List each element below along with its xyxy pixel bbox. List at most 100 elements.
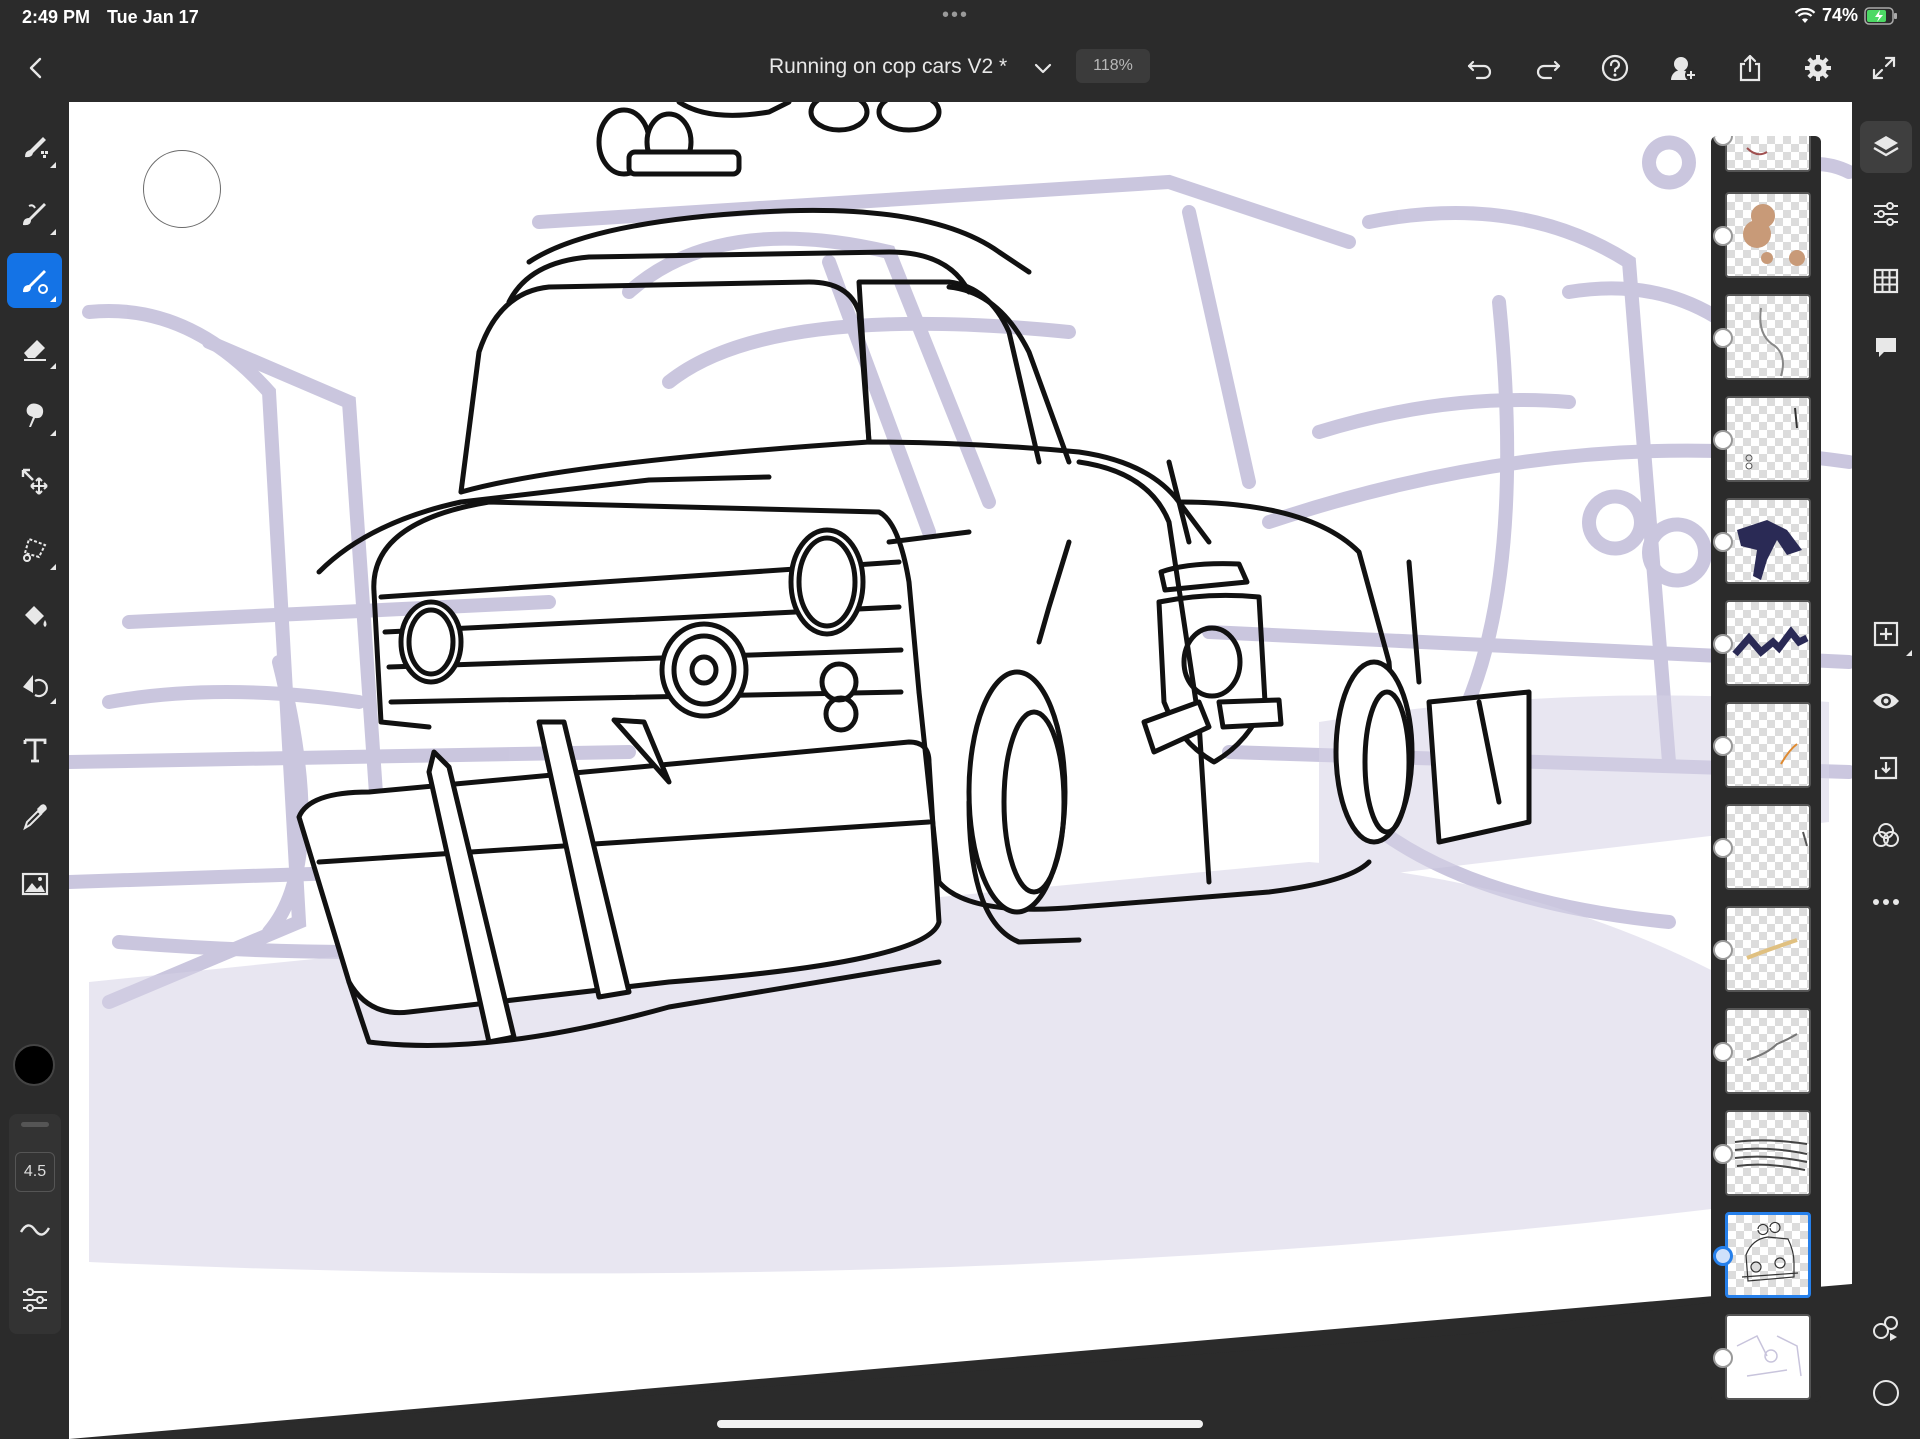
layer-visibility-dot[interactable] (1713, 1042, 1733, 1062)
zoom-level[interactable]: 118% (1076, 49, 1150, 83)
blend-mode-button[interactable] (1860, 809, 1912, 861)
status-time: 2:49 PM (22, 7, 91, 27)
layer-thumb[interactable] (1725, 294, 1811, 380)
share-button[interactable] (1732, 50, 1768, 86)
layer-visibility-dot[interactable] (1713, 940, 1733, 960)
layer-preview (1734, 1139, 1808, 1171)
brush-settings-panel: 4.5 (9, 1114, 61, 1334)
layer-visibility-dot[interactable] (1713, 328, 1733, 348)
image-layer-badge[interactable] (1713, 1348, 1733, 1368)
layer-visibility-dot[interactable] (1713, 736, 1733, 756)
tool-options-indicator (50, 296, 56, 302)
brush-settings-button[interactable] (15, 1280, 55, 1320)
layer-visibility-dot[interactable] (1713, 634, 1733, 654)
wave-icon (19, 1224, 51, 1236)
layer-preview (1759, 307, 1784, 377)
tool-options-indicator (50, 229, 56, 235)
eyedropper-tool[interactable] (7, 789, 62, 844)
add-layer-button[interactable] (1860, 608, 1912, 660)
smudge-tool[interactable] (7, 387, 62, 442)
tool-options-indicator (50, 363, 56, 369)
liquify-tool[interactable] (7, 655, 62, 710)
layer-thumb[interactable] (1725, 804, 1811, 890)
layer-visibility-dot-selected[interactable] (1713, 1246, 1733, 1266)
fullscreen-button[interactable] (1866, 50, 1902, 86)
layer-visibility-dot[interactable] (1713, 430, 1733, 450)
layer-preview (1743, 204, 1805, 266)
layer-thumb[interactable] (1725, 498, 1811, 584)
pixel-brush-tool[interactable] (7, 119, 62, 174)
layer-preview (1802, 831, 1808, 847)
drawing-canvas[interactable] (69, 102, 1852, 1439)
layer-visibility-dot[interactable] (1713, 226, 1733, 246)
comments-button[interactable] (1860, 322, 1912, 374)
home-indicator[interactable] (717, 1420, 1203, 1428)
live-brush-tool[interactable] (7, 186, 62, 241)
document-title[interactable]: Running on cop cars V2 * (769, 55, 1007, 79)
text-icon (23, 738, 46, 762)
back-button[interactable] (20, 52, 52, 84)
grid-icon (1873, 268, 1899, 294)
merge-down-button[interactable] (1860, 742, 1912, 794)
brush-size-value[interactable]: 4.5 (15, 1152, 55, 1192)
smudge-icon (26, 403, 43, 427)
chevron-left-icon (29, 57, 42, 79)
battery-percent: 74% (1821, 5, 1858, 25)
status-right: 74% (1794, 5, 1898, 26)
pixel-brush-icon (24, 136, 48, 158)
smoothing-button[interactable] (15, 1210, 55, 1250)
size-slider-handle[interactable] (21, 1122, 49, 1127)
layer-thumb[interactable] (1725, 1008, 1811, 1094)
layer-thumb-background[interactable] (1725, 1314, 1811, 1400)
status-date: Tue Jan 17 (107, 7, 199, 27)
undo-button[interactable] (1462, 50, 1498, 86)
layer-thumb[interactable] (1725, 396, 1811, 482)
layer-thumb[interactable] (1725, 1110, 1811, 1196)
layer-visibility-dot[interactable] (1713, 838, 1733, 858)
document-menu-button[interactable] (1031, 56, 1055, 80)
color-picker-swatch[interactable] (13, 1044, 55, 1086)
layer-visibility-dot[interactable] (1713, 532, 1733, 552)
sliders-icon (1874, 202, 1898, 226)
tool-options-indicator (50, 430, 56, 436)
layer-thumb[interactable] (1725, 192, 1811, 278)
redo-button[interactable] (1530, 50, 1566, 86)
more-icon (1873, 899, 1899, 905)
tool-options-indicator (50, 564, 56, 570)
selection-tool[interactable] (7, 521, 62, 576)
layer-visibility-dot[interactable] (1713, 1144, 1733, 1164)
app-header: Running on cop cars V2 * 118% (0, 34, 1920, 102)
layer-thumb[interactable] (1725, 136, 1811, 172)
grid-button[interactable] (1860, 255, 1912, 307)
circle-icon (1873, 1380, 1899, 1406)
visibility-button[interactable] (1860, 675, 1912, 727)
settings-button[interactable] (1800, 50, 1836, 86)
canvas-area[interactable] (69, 102, 1852, 1439)
tool-options-indicator (50, 162, 56, 168)
touch-shortcut-button[interactable] (1860, 1367, 1912, 1419)
eraser-icon (23, 339, 46, 361)
fill-tool[interactable] (7, 588, 62, 643)
multitasking-dots[interactable]: ••• (942, 4, 969, 27)
text-tool[interactable] (7, 722, 62, 777)
help-icon (1601, 54, 1629, 82)
vector-brush-tool[interactable] (7, 253, 62, 308)
layer-thumb[interactable] (1725, 600, 1811, 686)
layer-thumb[interactable] (1725, 906, 1811, 992)
transform-tool[interactable] (7, 454, 62, 509)
brush-cursor (143, 150, 221, 228)
image-tool[interactable] (7, 856, 62, 911)
layer-thumb-selected[interactable] (1725, 1212, 1811, 1298)
more-options-button[interactable] (1860, 876, 1912, 928)
invite-button[interactable] (1665, 50, 1701, 86)
timelapse-button[interactable] (1860, 1302, 1912, 1354)
layers-button[interactable] (1860, 121, 1912, 173)
chevron-down-icon (1034, 63, 1052, 74)
undo-icon (1467, 60, 1492, 80)
help-button[interactable] (1597, 50, 1633, 86)
sliders-icon (23, 1288, 47, 1312)
eraser-tool[interactable] (7, 320, 62, 375)
merge-down-icon (1874, 756, 1898, 780)
layer-properties-button[interactable] (1860, 188, 1912, 240)
layer-thumb[interactable] (1725, 702, 1811, 788)
